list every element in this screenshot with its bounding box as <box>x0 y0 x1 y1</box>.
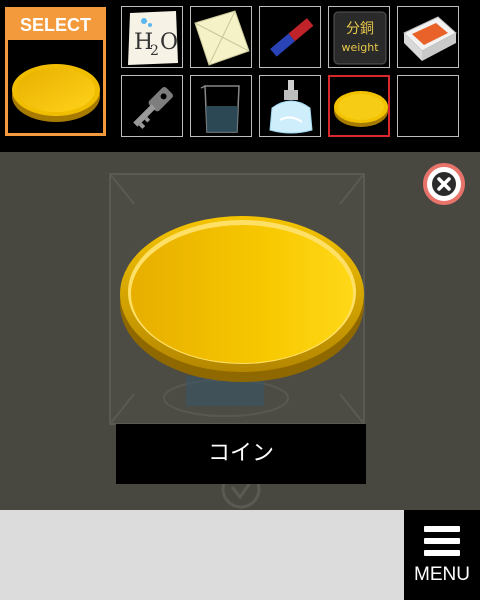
weight-icon: 分銅 weight <box>333 11 387 65</box>
matchbox-icon <box>403 16 457 61</box>
beaker-icon <box>200 85 240 133</box>
slot-coin[interactable] <box>328 75 390 137</box>
memo-icon: H 2 O <box>128 11 178 65</box>
slot-paper-envelope[interactable] <box>190 6 252 68</box>
slot-matchbox[interactable] <box>397 6 459 68</box>
item-caption: コイン <box>116 424 366 484</box>
slot-key[interactable] <box>121 75 183 137</box>
key-icon <box>133 87 173 129</box>
magnet-icon <box>270 18 314 57</box>
close-icon[interactable] <box>422 162 466 206</box>
slot-weight[interactable]: 分銅 weight <box>328 6 390 68</box>
bottom-bar <box>0 510 404 600</box>
slot-beaker[interactable] <box>190 75 252 137</box>
menu-button[interactable]: MENU <box>404 510 480 600</box>
slot-alcohol-lamp[interactable] <box>259 75 321 137</box>
inventory-bar: SELECT H 2 O 分銅 weight <box>0 0 480 152</box>
weight-text: weight <box>341 41 379 54</box>
svg-text:2: 2 <box>150 43 159 59</box>
slot-magnet[interactable] <box>259 6 321 68</box>
svg-text:O: O <box>160 30 178 55</box>
coin-icon <box>334 91 388 127</box>
selected-coin-icon <box>12 64 100 122</box>
select-label: SELECT <box>8 10 103 40</box>
hamburger-icon <box>424 526 460 556</box>
alcohol-lamp-icon <box>269 80 313 134</box>
weight-kanji: 分銅 <box>346 21 374 37</box>
slot-empty[interactable] <box>397 75 459 137</box>
coin-large-image <box>120 216 364 382</box>
envelope-icon <box>194 10 250 66</box>
selected-item-panel[interactable]: SELECT <box>5 7 106 136</box>
slot-h2o-memo[interactable]: H 2 O <box>121 6 183 68</box>
menu-label: MENU <box>414 564 470 585</box>
